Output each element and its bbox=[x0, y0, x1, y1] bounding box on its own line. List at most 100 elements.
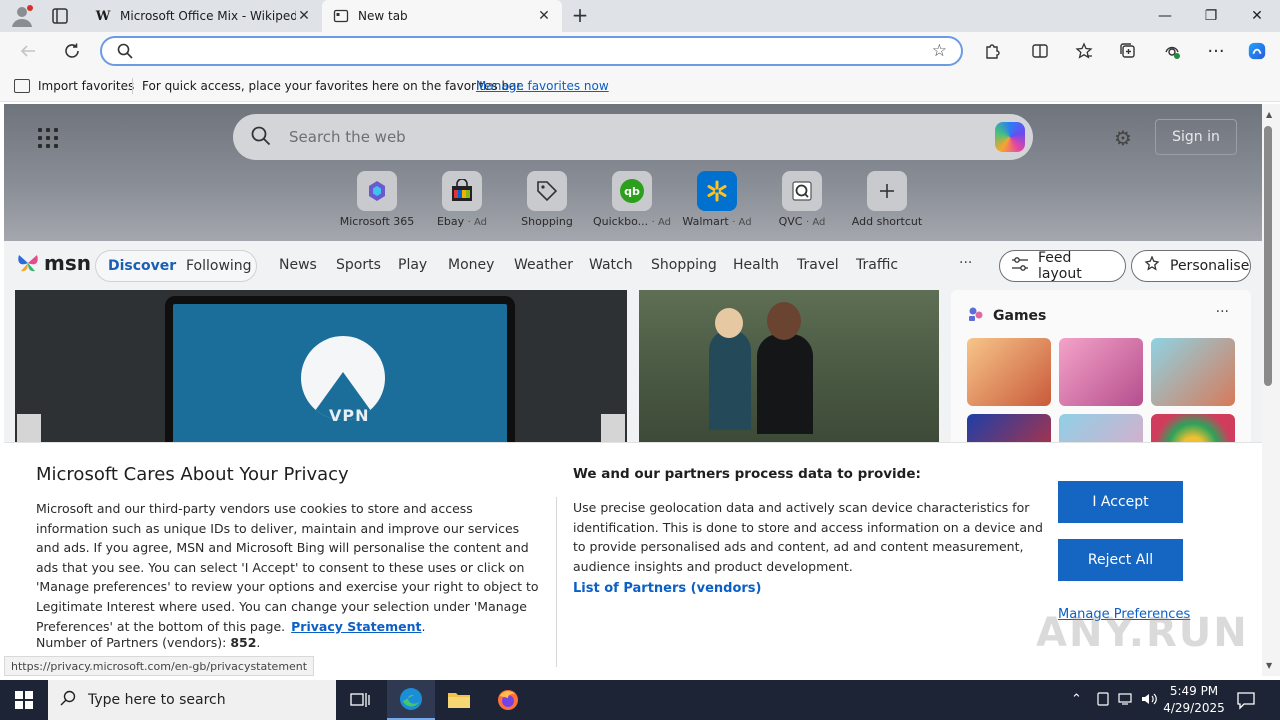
nav-sports[interactable]: Sports bbox=[336, 257, 381, 273]
tab-title: New tab bbox=[358, 9, 408, 23]
vpn-story-card[interactable]: VPN bbox=[15, 290, 627, 450]
personalise-button[interactable]: Personalise bbox=[1131, 250, 1251, 282]
games-more-icon[interactable]: ··· bbox=[1216, 304, 1229, 320]
nav-play[interactable]: Play bbox=[398, 257, 427, 273]
shortcut-quickbooks[interactable]: qb Quickbo... · Ad bbox=[592, 171, 672, 228]
women-walking-story-card[interactable] bbox=[639, 290, 939, 450]
tab-new-tab[interactable]: New tab ✕ bbox=[322, 0, 562, 32]
reject-all-button[interactable]: Reject All bbox=[1058, 539, 1183, 581]
nav-watch[interactable]: Watch bbox=[589, 257, 633, 273]
favorites-icon[interactable] bbox=[1074, 41, 1094, 61]
shortcut-microsoft-365[interactable]: Microsoft 365 bbox=[337, 171, 417, 228]
settings-more-icon[interactable]: ··· bbox=[1206, 41, 1226, 62]
task-view-icon[interactable] bbox=[336, 680, 384, 720]
extensions-icon[interactable] bbox=[982, 41, 1002, 61]
volume-icon[interactable] bbox=[1141, 692, 1157, 710]
notifications-icon[interactable] bbox=[1236, 690, 1258, 710]
shopping-tag-icon bbox=[527, 171, 567, 211]
laptop-screen-image bbox=[165, 296, 515, 450]
sign-in-button[interactable]: Sign in bbox=[1155, 119, 1237, 155]
anyrun-watermark: ANY.RUN bbox=[1036, 610, 1249, 656]
file-explorer-icon[interactable] bbox=[435, 680, 483, 720]
scroll-up-icon[interactable]: ▲ bbox=[1266, 110, 1272, 119]
shortcut-walmart[interactable]: Walmart · Ad bbox=[677, 171, 757, 228]
refresh-icon[interactable] bbox=[60, 39, 84, 63]
collections-icon[interactable] bbox=[1118, 41, 1138, 61]
new-tab-plus-icon[interactable]: + bbox=[570, 5, 590, 26]
ad-badge: · Ad bbox=[467, 217, 488, 228]
privacy-body: Microsoft and our third-party vendors us… bbox=[36, 501, 539, 634]
msn-butterfly-icon bbox=[16, 251, 40, 275]
shortcut-add[interactable]: Add shortcut bbox=[847, 171, 927, 228]
taskbar-search-box[interactable]: Type here to search bbox=[48, 680, 336, 720]
profile-avatar-icon[interactable] bbox=[10, 4, 34, 28]
sliders-icon bbox=[1012, 257, 1028, 275]
nav-health[interactable]: Health bbox=[733, 257, 779, 273]
ad-badge: · Ad bbox=[651, 217, 671, 228]
tab-wikipedia[interactable]: W Microsoft Office Mix - Wikipedia ✕ bbox=[84, 0, 322, 32]
search-icon bbox=[60, 690, 76, 710]
address-bar[interactable]: ☆ bbox=[100, 36, 963, 66]
msn-logo[interactable]: msn bbox=[16, 251, 91, 275]
start-button[interactable] bbox=[0, 680, 48, 720]
privacy-statement-link[interactable]: Privacy Statement bbox=[291, 619, 421, 634]
scrollbar-thumb[interactable] bbox=[1264, 126, 1272, 386]
nav-weather[interactable]: Weather bbox=[514, 257, 573, 273]
wikipedia-favicon-icon: W bbox=[95, 8, 111, 24]
ad-badge: · Ad bbox=[806, 217, 826, 228]
nav-travel[interactable]: Travel bbox=[797, 257, 839, 273]
list-of-partners-link[interactable]: List of Partners (vendors) bbox=[573, 581, 761, 596]
address-input[interactable] bbox=[142, 41, 902, 61]
microsoft-365-icon bbox=[357, 171, 397, 211]
firefox-icon[interactable] bbox=[484, 680, 532, 720]
nav-traffic[interactable]: Traffic bbox=[856, 257, 898, 273]
minimize-button[interactable]: — bbox=[1142, 0, 1188, 32]
page-scrollbar[interactable]: ▲ ▼ bbox=[1262, 104, 1280, 676]
nav-news[interactable]: News bbox=[279, 257, 317, 273]
games-widget: Games ··· bbox=[951, 290, 1251, 482]
tab-discover[interactable]: Discover bbox=[108, 258, 176, 274]
shortcut-ebay[interactable]: Ebay · Ad bbox=[422, 171, 502, 228]
split-screen-icon[interactable] bbox=[1030, 41, 1050, 61]
restore-button[interactable]: ❐ bbox=[1188, 0, 1234, 32]
copilot-icon[interactable] bbox=[1247, 41, 1267, 61]
tray-device-icon[interactable] bbox=[1096, 692, 1110, 710]
nav-more-icon[interactable]: ··· bbox=[959, 255, 972, 271]
edge-taskbar-icon[interactable] bbox=[387, 680, 435, 720]
copilot-icon[interactable] bbox=[995, 122, 1025, 152]
taskbar-clock[interactable]: 5:49 PM 4/29/2025 bbox=[1160, 683, 1228, 717]
tab-strip: W Microsoft Office Mix - Wikipedia ✕ New… bbox=[0, 0, 1280, 32]
import-favorites-button[interactable]: Import favorites bbox=[14, 78, 135, 93]
close-window-button[interactable]: ✕ bbox=[1234, 0, 1280, 32]
manage-favorites-link[interactable]: Manage favorites now bbox=[476, 79, 609, 93]
web-search-box[interactable]: Search the web bbox=[233, 114, 1033, 160]
tray-chevron-up-icon[interactable]: ⌃ bbox=[1071, 692, 1082, 707]
back-arrow-icon[interactable] bbox=[16, 39, 40, 63]
nav-money[interactable]: Money bbox=[448, 257, 494, 273]
import-favorites-label: Import favorites bbox=[38, 78, 135, 93]
favorite-star-icon[interactable]: ☆ bbox=[932, 41, 947, 61]
nav-shopping[interactable]: Shopping bbox=[651, 257, 717, 273]
browser-essentials-icon[interactable] bbox=[1162, 41, 1182, 61]
feed-layout-button[interactable]: Feed layout bbox=[999, 250, 1126, 282]
app-launcher-icon[interactable] bbox=[38, 128, 58, 148]
shortcut-shopping[interactable]: Shopping bbox=[507, 171, 587, 228]
tab-actions-icon[interactable] bbox=[50, 6, 70, 26]
msn-nav-bar: msn Discover Following News Sports Play … bbox=[4, 241, 1262, 289]
close-tab-icon[interactable]: ✕ bbox=[296, 8, 312, 24]
page-settings-gear-icon[interactable]: ⚙ bbox=[1114, 126, 1132, 150]
shortcut-label: Ebay bbox=[436, 215, 465, 228]
data-processing-title: We and our partners process data to prov… bbox=[573, 466, 921, 482]
game-tile[interactable] bbox=[1059, 338, 1143, 406]
person-figure bbox=[709, 330, 751, 430]
accept-button[interactable]: I Accept bbox=[1058, 481, 1183, 523]
network-icon[interactable] bbox=[1118, 692, 1134, 710]
search-icon bbox=[251, 126, 271, 149]
new-tab-favicon-icon bbox=[332, 7, 350, 25]
game-tile[interactable] bbox=[1151, 338, 1235, 406]
scroll-down-icon[interactable]: ▼ bbox=[1266, 661, 1272, 670]
shortcut-qvc[interactable]: QVC · Ad bbox=[762, 171, 842, 228]
close-tab-icon[interactable]: ✕ bbox=[536, 8, 552, 24]
game-tile[interactable] bbox=[967, 338, 1051, 406]
tab-following[interactable]: Following bbox=[186, 258, 252, 274]
